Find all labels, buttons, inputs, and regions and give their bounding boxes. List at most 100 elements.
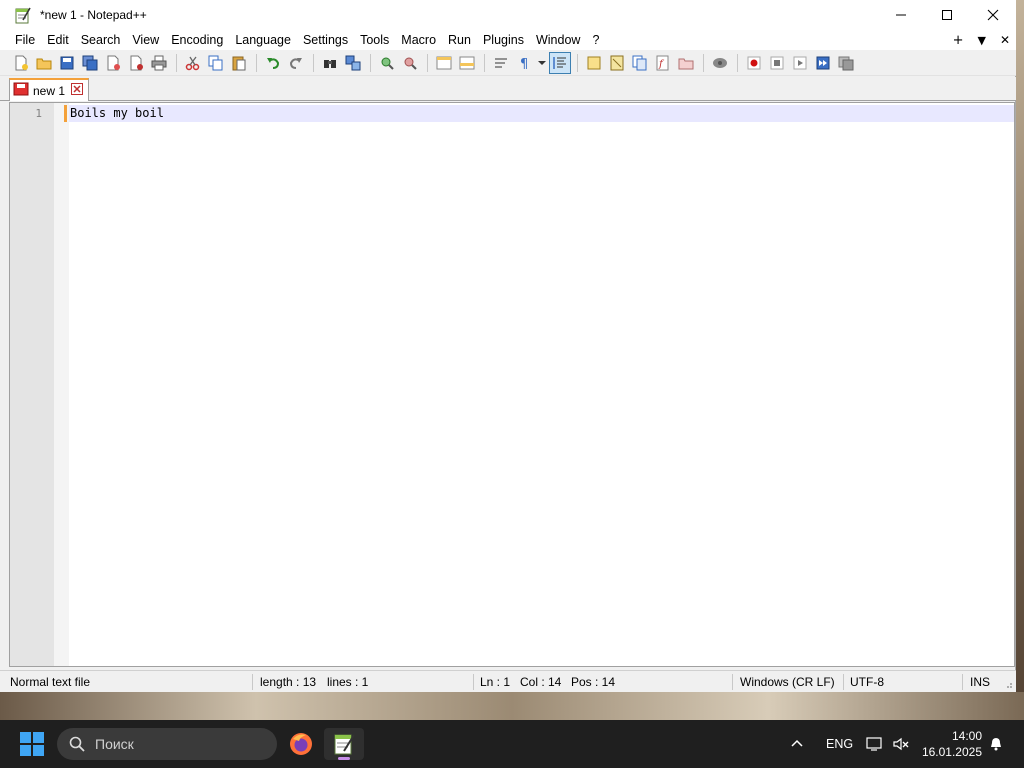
copy-button[interactable]: [205, 52, 227, 74]
taskbar-notepadpp[interactable]: [324, 728, 364, 760]
stop-macro-button[interactable]: [766, 52, 788, 74]
network-status[interactable]: [866, 720, 884, 768]
save-button[interactable]: [56, 52, 78, 74]
folder-open-icon: [36, 58, 52, 69]
status-file-type: Normal text file: [10, 675, 91, 689]
find-button[interactable]: [319, 52, 341, 74]
close-tab-menu-button[interactable]: ✕: [1000, 33, 1010, 47]
user-language-button[interactable]: [583, 52, 605, 74]
record-macro-button[interactable]: [743, 52, 765, 74]
menu-language[interactable]: Language: [229, 33, 297, 47]
zoom-in-icon: [381, 57, 394, 70]
zoom-out-button[interactable]: [399, 52, 421, 74]
close-all-button[interactable]: [125, 52, 147, 74]
run-macro-multiple-button[interactable]: [812, 52, 834, 74]
taskbar-search[interactable]: Поиск: [57, 728, 277, 760]
language-indicator[interactable]: ENG: [826, 720, 853, 768]
menu-settings[interactable]: Settings: [297, 33, 354, 47]
resize-grip-icon[interactable]: [1003, 678, 1013, 692]
show-all-characters-button[interactable]: ¶: [513, 52, 535, 74]
line-number: 1: [35, 107, 42, 120]
menu-search[interactable]: Search: [75, 33, 127, 47]
zoom-in-button[interactable]: [376, 52, 398, 74]
menu-window[interactable]: Window: [530, 33, 586, 47]
save-macro-button[interactable]: [835, 52, 857, 74]
speaker-muted-icon: [893, 737, 909, 751]
function-list-button[interactable]: f: [652, 52, 674, 74]
show-characters-dropdown[interactable]: [536, 52, 548, 74]
menu-help[interactable]: ?: [586, 33, 605, 47]
desktop-wallpaper: [0, 692, 1024, 720]
open-file-button[interactable]: [33, 52, 55, 74]
redo-button[interactable]: [285, 52, 307, 74]
save-icon: [60, 56, 74, 69]
menu-encoding[interactable]: Encoding: [165, 33, 229, 47]
save-all-button[interactable]: [79, 52, 101, 74]
editor-line-text[interactable]: Boils my boil: [70, 105, 164, 122]
status-eol-format[interactable]: Windows (CR LF): [740, 671, 835, 693]
folder-icon: [678, 58, 694, 69]
play-macro-button[interactable]: [789, 52, 811, 74]
document-list-button[interactable]: [629, 52, 651, 74]
menu-macro[interactable]: Macro: [395, 33, 442, 47]
minimize-button[interactable]: [878, 0, 924, 30]
status-insert-mode[interactable]: INS: [970, 671, 990, 693]
tab-close-button[interactable]: [71, 83, 84, 98]
start-button[interactable]: [20, 732, 44, 756]
toolbar-separator: [577, 53, 578, 72]
sync-horizontal-icon: [459, 56, 475, 69]
title-bar[interactable]: *new 1 - Notepad++: [0, 0, 1016, 30]
maximize-button[interactable]: [924, 0, 970, 30]
new-file-icon: [15, 55, 28, 70]
show-hidden-icons-button[interactable]: [790, 720, 804, 768]
notepadpp-window: *new 1 - Notepad++ File Edit Search View…: [0, 0, 1016, 692]
indent-guide-button[interactable]: [549, 51, 571, 74]
indent-guide-icon: [553, 56, 566, 69]
close-window-button[interactable]: [970, 0, 1016, 30]
menu-view[interactable]: View: [126, 33, 165, 47]
undo-button[interactable]: [262, 52, 284, 74]
status-length: length : 13: [260, 675, 317, 689]
status-encoding[interactable]: UTF-8: [850, 671, 884, 693]
search-placeholder: Поиск: [95, 736, 134, 752]
sync-vertical-button[interactable]: [433, 52, 455, 74]
new-file-button[interactable]: [10, 52, 32, 74]
menu-file[interactable]: File: [9, 33, 41, 47]
tab-list-dropdown[interactable]: ▼: [977, 34, 985, 47]
new-tab-button[interactable]: +: [953, 33, 964, 48]
sync-horizontal-button[interactable]: [456, 52, 478, 74]
notifications-button[interactable]: [988, 720, 1004, 768]
maximize-icon: [942, 10, 952, 20]
print-button[interactable]: [148, 52, 170, 74]
cut-button[interactable]: [182, 52, 204, 74]
text-editor[interactable]: 1 Boils my boil: [9, 102, 1015, 667]
close-all-icon: [130, 55, 143, 70]
close-file-icon: [107, 55, 120, 70]
clock[interactable]: 14:00 16.01.2025: [922, 728, 982, 760]
save-macro-icon: [838, 56, 854, 70]
tab-label: new 1: [33, 83, 66, 98]
volume-status[interactable]: [892, 720, 910, 768]
menu-run[interactable]: Run: [442, 33, 477, 47]
close-button[interactable]: [102, 52, 124, 74]
clock-time: 14:00: [951, 729, 982, 743]
document-map-button[interactable]: [606, 52, 628, 74]
tab-new-1[interactable]: new 1: [9, 78, 89, 101]
fold-margin[interactable]: [54, 103, 69, 666]
minimize-icon: [896, 14, 906, 16]
status-divider: [252, 674, 253, 690]
toolbar-separator: [427, 53, 428, 72]
monitoring-button[interactable]: [709, 52, 731, 74]
taskbar-firefox[interactable]: [281, 728, 321, 760]
menu-plugins[interactable]: Plugins: [477, 33, 530, 47]
word-wrap-button[interactable]: [490, 52, 512, 74]
replace-button[interactable]: [342, 52, 364, 74]
menu-edit[interactable]: Edit: [41, 33, 75, 47]
toolbar-separator: [313, 53, 314, 72]
pilcrow-icon: ¶: [520, 57, 528, 71]
paste-button[interactable]: [228, 52, 250, 74]
menu-tools[interactable]: Tools: [354, 33, 395, 47]
folder-workspace-button[interactable]: [675, 52, 697, 74]
status-divider: [843, 674, 844, 690]
fast-forward-icon: [816, 56, 830, 69]
